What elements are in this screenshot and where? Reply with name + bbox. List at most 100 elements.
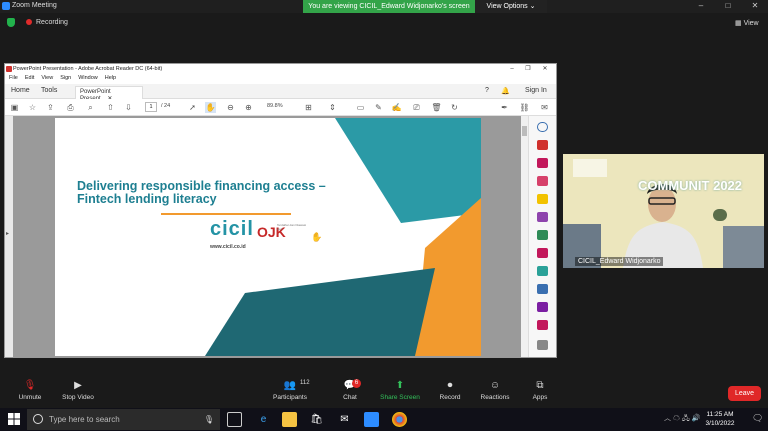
record-dot-icon: [26, 19, 32, 25]
security-shield-icon[interactable]: [7, 18, 15, 27]
hand-tool-icon[interactable]: ✋: [205, 102, 216, 113]
taskbar-clock[interactable]: 11:25 AM 3/10/2022: [700, 410, 740, 428]
pen-icon[interactable]: ✎: [373, 102, 384, 113]
system-tray[interactable]: ︿ ☁ 🖧 🔊: [664, 413, 700, 425]
recording-indicator[interactable]: Recording: [26, 19, 68, 26]
menu-window[interactable]: Window: [78, 75, 98, 81]
acrobat-close-icon[interactable]: ✕: [538, 64, 552, 75]
prev-page-icon[interactable]: ⇧: [105, 102, 116, 113]
tab-document[interactable]: PowerPoint Present... ✕: [75, 86, 143, 102]
highlight-icon[interactable]: ✍: [391, 102, 402, 113]
participants-button[interactable]: 👥 Participants: [260, 380, 320, 401]
ojk-caption: Terdaftar dan Diawasi oleh: [277, 223, 307, 231]
acrobat-window: PowerPoint Presentation - Adobe Acrobat …: [4, 63, 557, 358]
participant-video-tile[interactable]: COMMUNIT 2022: [563, 154, 764, 268]
right-tools-panel: [528, 116, 556, 357]
bell-icon[interactable]: 🔔: [501, 87, 510, 95]
email-icon[interactable]: ✉: [539, 102, 550, 113]
fit-page-icon[interactable]: ⊞: [303, 102, 314, 113]
acrobat-tab-bar: Home Tools PowerPoint Present... ✕ ? 🔔 S…: [5, 84, 556, 102]
microphone-icon[interactable]: 🎙︎: [204, 409, 214, 430]
minimize-icon[interactable]: –: [694, 1, 708, 11]
tool-panel-toggle-icon[interactable]: [537, 340, 548, 350]
stamp-icon[interactable]: ⎚: [411, 102, 422, 113]
page-number-input[interactable]: 1: [145, 102, 157, 112]
edit-pdf-icon[interactable]: [537, 176, 548, 186]
zoom-search-icon[interactable]: ⌕: [85, 102, 96, 113]
hand-cursor-icon: ✋: [311, 232, 323, 242]
vertical-scrollbar[interactable]: [521, 116, 528, 357]
file-explorer-icon[interactable]: [282, 412, 297, 427]
apps-button[interactable]: ⧉ Apps: [510, 380, 570, 401]
upload-icon[interactable]: ⇪: [45, 102, 56, 113]
view-button[interactable]: ▦ View: [735, 19, 759, 27]
tab-tools[interactable]: Tools: [41, 87, 57, 94]
comment-icon[interactable]: ▭: [355, 102, 366, 113]
redact-icon[interactable]: [537, 302, 548, 312]
edge-browser-icon[interactable]: e: [256, 412, 271, 427]
acrobat-menu-bar: File Edit View Sign Window Help: [5, 75, 556, 84]
store-icon[interactable]: 🛍: [309, 412, 324, 427]
leave-button[interactable]: Leave: [728, 386, 761, 401]
task-view-icon[interactable]: [227, 412, 242, 427]
search-icon[interactable]: [537, 122, 548, 132]
chrome-icon[interactable]: [392, 412, 407, 427]
protect-icon[interactable]: [537, 284, 548, 294]
export-pdf-icon[interactable]: [537, 140, 548, 150]
unmute-label: Unmute: [18, 394, 42, 401]
create-pdf-icon[interactable]: [537, 158, 548, 168]
windows-start-icon[interactable]: [8, 413, 20, 425]
save-icon[interactable]: ▣: [9, 102, 20, 113]
sign-in-button[interactable]: Sign In: [525, 87, 547, 94]
acrobat-title: PowerPoint Presentation - Adobe Acrobat …: [13, 66, 163, 72]
menu-file[interactable]: File: [9, 75, 18, 81]
page-total: / 24: [161, 103, 171, 109]
apps-label: Apps: [532, 394, 548, 401]
rotate-icon[interactable]: ↻: [449, 102, 460, 113]
slide-title-line2: Fintech lending literacy: [77, 192, 217, 206]
close-icon[interactable]: ✕: [748, 1, 762, 11]
scroll-thumb[interactable]: [522, 126, 527, 136]
scroll-mode-icon[interactable]: ⇕: [327, 102, 338, 113]
acrobat-minimize-icon[interactable]: –: [505, 64, 519, 75]
sign-icon[interactable]: ✒: [499, 102, 510, 113]
combine-files-icon[interactable]: [537, 212, 548, 222]
maximize-icon[interactable]: □: [721, 1, 735, 11]
print-icon[interactable]: ⎙: [65, 102, 76, 113]
notifications-icon[interactable]: 🗨: [752, 413, 763, 424]
comment-tool-icon[interactable]: [537, 194, 548, 204]
document-area[interactable]: ▸ Delivering responsible financing acces…: [5, 116, 556, 357]
zoom-in-icon[interactable]: ⊕: [243, 102, 254, 113]
share-banner: You are viewing CICIL_Edward Widjonarko'…: [303, 0, 547, 13]
more-tools-icon[interactable]: [537, 320, 548, 330]
share-link-icon[interactable]: ⛓: [519, 102, 530, 113]
view-label: View: [743, 20, 759, 27]
select-cursor-icon[interactable]: ➚: [187, 102, 198, 113]
taskbar-search-input[interactable]: Type here to search 🎙︎: [27, 409, 220, 430]
slide-title: Delivering responsible financing access …: [77, 180, 337, 206]
expand-left-icon[interactable]: ▸: [6, 230, 9, 237]
star-icon[interactable]: ☆: [27, 102, 38, 113]
compress-icon[interactable]: [537, 266, 548, 276]
trash-icon[interactable]: 🗑: [431, 102, 442, 113]
cicil-url: www.cicil.co.id: [210, 244, 246, 250]
zoom-taskbar-icon[interactable]: [364, 412, 379, 427]
stop-video-button[interactable]: ▶ Stop Video: [48, 380, 108, 401]
next-page-icon[interactable]: ⇩: [123, 102, 134, 113]
zoom-out-icon[interactable]: ⊖: [225, 102, 236, 113]
menu-sign[interactable]: Sign: [60, 75, 71, 81]
menu-view[interactable]: View: [41, 75, 53, 81]
recording-label: Recording: [36, 19, 68, 26]
view-options-label: View Options: [486, 3, 528, 10]
mail-icon[interactable]: ✉: [337, 412, 352, 427]
fill-sign-icon[interactable]: [537, 248, 548, 258]
organize-pages-icon[interactable]: [537, 230, 548, 240]
view-options-button[interactable]: View Options ⌄: [475, 0, 547, 13]
left-panel-rail[interactable]: ▸: [5, 116, 13, 357]
zoom-level[interactable]: 89.8%: [267, 103, 283, 109]
acrobat-restore-icon[interactable]: ❐: [521, 64, 535, 75]
menu-help[interactable]: Help: [105, 75, 116, 81]
tab-home[interactable]: Home: [11, 87, 30, 94]
menu-edit[interactable]: Edit: [25, 75, 34, 81]
help-icon[interactable]: ?: [485, 87, 489, 94]
